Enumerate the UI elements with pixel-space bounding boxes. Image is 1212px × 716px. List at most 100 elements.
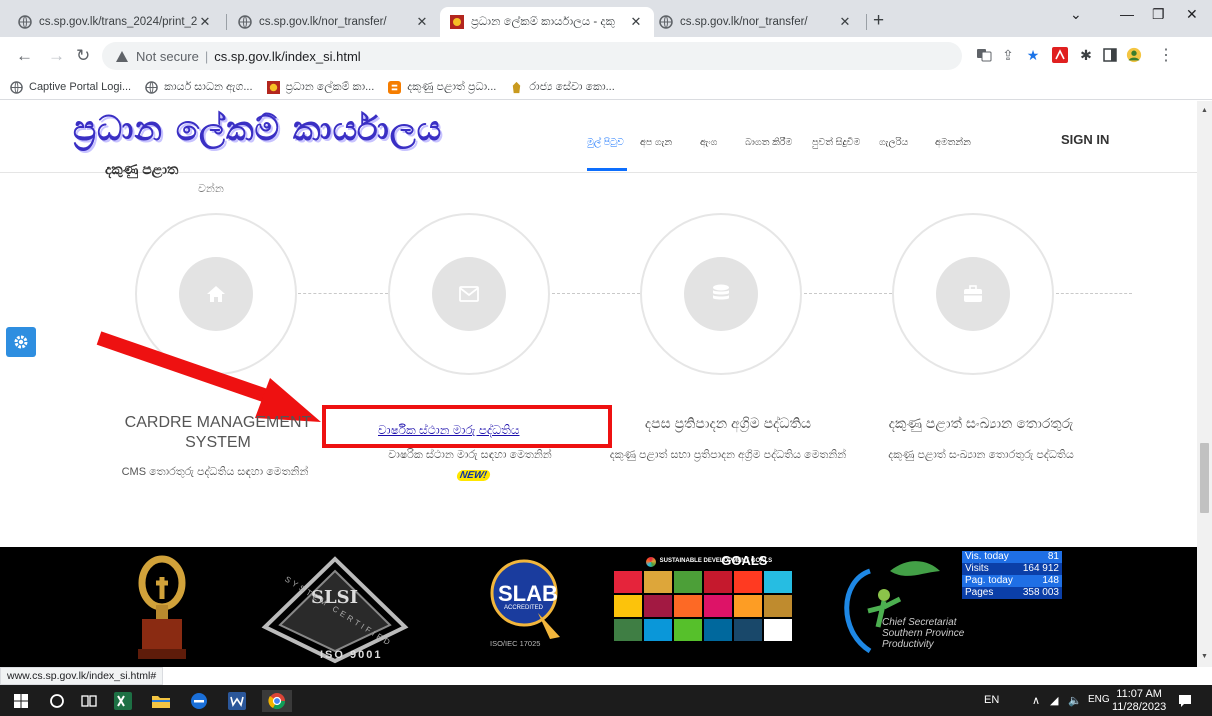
scroll-down-arrow-icon[interactable]: ▼ xyxy=(1201,653,1208,660)
notifications-icon[interactable] xyxy=(1174,690,1196,712)
forward-arrow-icon[interactable]: → xyxy=(48,46,65,66)
browser-toolbar: ← → ↻ Not secure | cs.sp.gov.lk/index_si… xyxy=(0,37,1212,75)
envelope-icon xyxy=(432,257,506,331)
share-icon[interactable]: ⇪ xyxy=(1000,47,1016,63)
service-desc-statistics[interactable]: දකුණු පළාත් සංඛ්‍යාන තොරතුරු පද්ධතිය xyxy=(858,446,1104,464)
nav-contact[interactable]: අමතන්න xyxy=(935,137,971,148)
gear-icon xyxy=(14,335,28,349)
edge-browser-icon[interactable] xyxy=(188,690,210,712)
tab-close-icon[interactable]: ✕ xyxy=(837,14,853,30)
reload-icon[interactable]: ↻ xyxy=(76,46,90,66)
tab-title: cs.sp.gov.lk/nor_transfer/ xyxy=(680,16,808,28)
address-bar[interactable]: Not secure | cs.sp.gov.lk/index_si.html xyxy=(102,42,962,70)
tab-close-icon[interactable]: ✕ xyxy=(197,14,213,30)
service-desc-advance[interactable]: දකුණු පළාත් සභා ප්‍රතිපාදන අග්‍රිම පද්ධත… xyxy=(608,446,848,464)
sdg-goals-grid xyxy=(614,571,792,641)
bookmark-item[interactable]: රාජ්‍ය සේවා කො... xyxy=(510,80,615,94)
nav-home[interactable]: මුල් පිටුව xyxy=(587,137,624,148)
globe-icon xyxy=(659,15,673,29)
search-circle-icon[interactable] xyxy=(46,690,68,712)
extensions-puzzle-icon[interactable]: ✱ xyxy=(1078,47,1094,63)
bookmark-item[interactable]: දකුණු පළාත් ප්‍රධා... xyxy=(388,80,496,94)
bookmark-item[interactable]: ප්‍රධාන ලේකම් කා... xyxy=(266,80,375,94)
tab-search-chevron-icon[interactable]: ⌄ xyxy=(1070,6,1082,23)
settings-gear-button[interactable] xyxy=(6,327,36,357)
site-header: ප්‍රධාන ලේකම් කාර්යාලය දකුණු පළාත මුල් ප… xyxy=(0,101,1197,177)
url-text: cs.sp.gov.lk/index_si.html xyxy=(214,48,361,64)
sign-in-link[interactable]: SIGN IN xyxy=(1061,132,1109,147)
service-circle-statistics xyxy=(892,213,1054,375)
side-panel-icon[interactable] xyxy=(1102,47,1118,63)
close-window-button[interactable]: ✕ xyxy=(1186,6,1198,23)
status-bar-url: www.cs.sp.gov.lk/index_si.html# xyxy=(0,667,164,685)
stat-value: 358 003 xyxy=(1022,587,1059,598)
site-footer: SLSI SYSTEM CERTIFIED ISO 9001 SLAB ACCR… xyxy=(0,547,1197,667)
task-view-icon[interactable] xyxy=(78,690,100,712)
tab-nor-transfer[interactable]: cs.sp.gov.lk/nor_transfer/ ✕ xyxy=(228,7,440,37)
nav-active-indicator xyxy=(587,168,627,171)
tab-print[interactable]: cs.sp.gov.lk/trans_2024/print_2.p ✕ xyxy=(8,7,223,37)
service-desc-cms[interactable]: CMS තොරතුරු පද්ධතිය සඳහා මෙතනින් xyxy=(100,463,330,481)
globe-icon xyxy=(145,80,158,94)
nav-news[interactable]: පුවත් සිදුවීම xyxy=(812,137,860,148)
pdf-extension-icon[interactable] xyxy=(1052,47,1068,63)
windows-taskbar: EN ∧ ◢ 🔈 ENG 11:07 AM 11/28/2023 xyxy=(0,685,1212,716)
scrolled-text-fragment: වන්න xyxy=(198,183,224,195)
back-arrow-icon[interactable]: ← xyxy=(16,46,33,66)
scroll-up-arrow-icon[interactable]: ▲ xyxy=(1201,107,1208,114)
visitor-stats-widget: Vis. today 81 Visits 164 912 Pag. today 148… xyxy=(962,551,1062,599)
tab-strip: cs.sp.gov.lk/trans_2024/print_2.p ✕ cs.s… xyxy=(0,0,1212,37)
bookmark-item[interactable]: කාර්ය සාධන ඇග... xyxy=(145,80,253,94)
nav-downloads[interactable]: බාගත කිරීම xyxy=(745,137,792,148)
briefcase-icon xyxy=(936,257,1010,331)
excel-app-icon[interactable] xyxy=(112,690,134,712)
language-indicator[interactable]: EN xyxy=(984,694,999,706)
tab-nor-transfer-2[interactable]: cs.sp.gov.lk/nor_transfer/ ✕ xyxy=(649,7,863,37)
globe-icon xyxy=(18,15,32,29)
clock-time: 11:07 AM xyxy=(1116,688,1162,700)
bookmark-label: රාජ්‍ය සේවා කො... xyxy=(529,80,615,93)
nav-about[interactable]: අප ගැන xyxy=(640,137,672,148)
site-logo-icon xyxy=(450,15,464,29)
bookmark-item[interactable]: Captive Portal Logi... xyxy=(10,80,131,94)
nav-divisions[interactable]: ඇංග xyxy=(700,137,717,148)
site-logo[interactable]: ප්‍රධාන ලේකම් කාර්යාලය xyxy=(73,109,442,149)
translate-icon[interactable] xyxy=(976,47,992,63)
tab-title: cs.sp.gov.lk/nor_transfer/ xyxy=(259,16,387,28)
volume-muted-icon[interactable]: 🔈 xyxy=(1068,694,1082,707)
file-explorer-icon[interactable] xyxy=(150,690,172,712)
service-title-advance: දපස ප්‍රතිපාදන අග්‍රිම පද්ධතිය xyxy=(644,415,812,431)
tab-title: ප්‍රධාන ලේකම් කාර්යාලය - දකු xyxy=(471,15,615,28)
service-desc-transfer[interactable]: වාෂරික ස්ථාන මාරු සඳහා මෙතනින් xyxy=(360,446,580,464)
page-scrollbar[interactable]: ▲ ▼ xyxy=(1197,101,1212,667)
bookmark-star-icon[interactable]: ★ xyxy=(1025,47,1041,63)
chrome-app-icon[interactable] xyxy=(262,690,292,712)
nav-gallery[interactable]: ගැලරිය xyxy=(879,137,908,148)
service-circle-advance xyxy=(640,213,802,375)
service-title-cms: CARDRE MANAGEMENT SYSTEM xyxy=(124,414,312,451)
restore-button[interactable]: ❐ xyxy=(1152,6,1165,23)
award-trophy-logo xyxy=(138,555,186,659)
stat-label: Vis. today xyxy=(965,551,1009,562)
new-tab-button[interactable]: + xyxy=(873,10,884,32)
screen: cs.sp.gov.lk/trans_2024/print_2.p ✕ cs.s… xyxy=(0,0,1212,716)
tab-close-icon[interactable]: ✕ xyxy=(414,14,430,30)
bookmark-label: ප්‍රධාන ලේකම් කා... xyxy=(285,80,375,93)
stats-row: Vis. today 81 xyxy=(962,551,1062,563)
ime-indicator[interactable]: ENG xyxy=(1088,694,1110,705)
tray-overflow-chevron-icon[interactable]: ∧ xyxy=(1032,694,1040,707)
stat-label: Visits xyxy=(965,563,989,574)
stat-value: 164 912 xyxy=(1022,563,1059,574)
kebab-menu-icon[interactable]: ⋮ xyxy=(1158,47,1174,64)
network-icon[interactable]: ◢ xyxy=(1050,694,1058,707)
tab-close-icon[interactable]: ✕ xyxy=(628,14,644,30)
minimize-button[interactable]: — xyxy=(1120,6,1134,22)
scrollbar-thumb[interactable] xyxy=(1200,443,1209,513)
connector-line xyxy=(552,293,640,294)
database-icon xyxy=(684,257,758,331)
windows-start-icon[interactable] xyxy=(10,690,32,712)
tab-active-chief-secretariat[interactable]: ප්‍රධාන ලේකම් කාර්යාලය - දකු ✕ xyxy=(440,7,654,37)
taskbar-clock[interactable]: 11:07 AM 11/28/2023 xyxy=(1112,688,1166,714)
profile-avatar-icon[interactable] xyxy=(1126,47,1142,63)
word-app-icon[interactable] xyxy=(226,690,248,712)
